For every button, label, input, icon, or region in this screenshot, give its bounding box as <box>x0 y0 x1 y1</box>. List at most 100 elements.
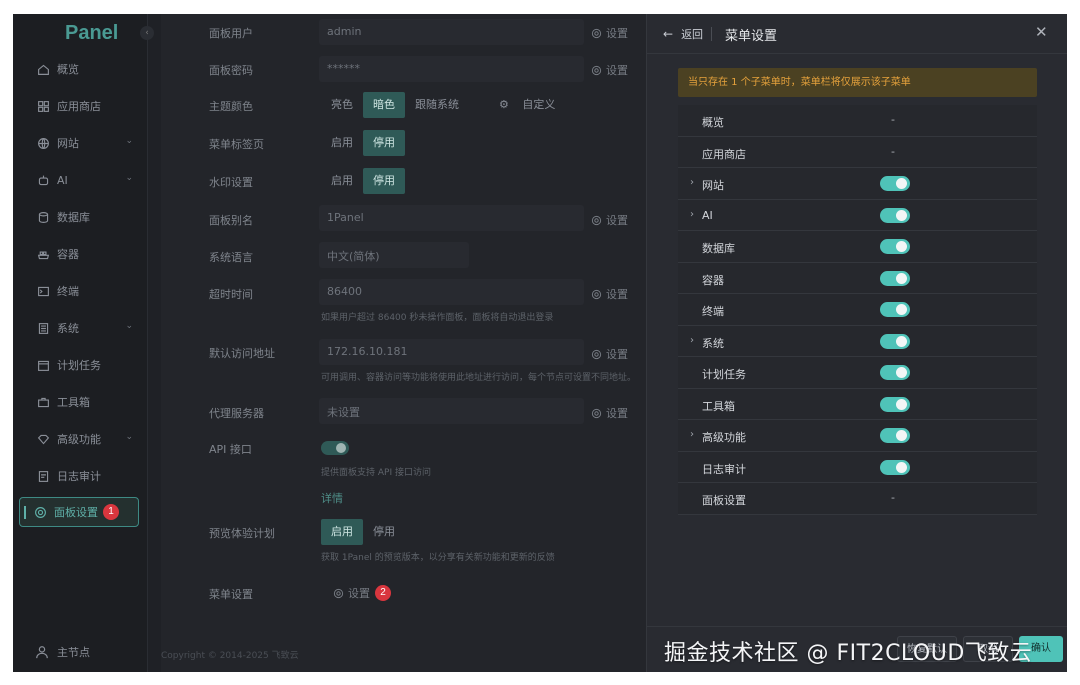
watermark-disable[interactable]: 停用 <box>363 168 405 194</box>
label-panel-password: 面板密码 <box>209 64 253 77</box>
menu-name: AI <box>702 208 713 222</box>
table-row: › AI <box>678 199 1037 231</box>
visibility-toggle[interactable] <box>880 302 910 317</box>
gear-icon <box>333 588 344 598</box>
visibility-toggle[interactable] <box>880 365 910 380</box>
api-detail-link[interactable]: 详情 <box>321 490 343 506</box>
visibility-toggle[interactable] <box>880 428 910 443</box>
diamond-icon <box>35 431 51 447</box>
theme-option-system[interactable]: 跟随系统 <box>405 92 469 118</box>
sidebar-item[interactable]: 系统 ⌄ <box>23 314 141 342</box>
theme-segment: 亮色 暗色 跟随系统 ⚙ 自定义 <box>321 92 575 118</box>
node-switcher[interactable]: 主节点 <box>23 644 90 660</box>
table-row: › 高级功能 <box>678 420 1037 452</box>
chevron-right-icon[interactable]: › <box>690 177 694 188</box>
sidebar-item[interactable]: 概览 <box>23 55 141 83</box>
api-toggle[interactable] <box>321 441 349 455</box>
sidebar-item-label: 面板设置 <box>54 506 98 519</box>
terminal-icon <box>35 283 51 299</box>
menu-settings-button[interactable]: 设置 2 <box>333 585 391 601</box>
collapse-sidebar-button[interactable]: ‹ <box>140 26 154 40</box>
sidebar-item[interactable]: 终端 <box>23 277 141 305</box>
value-panel-user[interactable]: admin <box>327 25 361 38</box>
value-proxy[interactable]: 未设置 <box>327 404 360 420</box>
sidebar-item-label: 计划任务 <box>57 359 101 372</box>
home-icon <box>35 61 51 77</box>
set-timeout-button[interactable]: 设置 <box>591 286 628 302</box>
globe-icon <box>35 135 51 151</box>
visibility-toggle[interactable] <box>880 459 910 475</box>
label-api: API 接口 <box>209 443 252 456</box>
gear-icon <box>591 65 602 75</box>
visibility-toggle[interactable] <box>880 176 910 191</box>
chevron-down-icon: ⌄ <box>125 432 133 442</box>
settings-panel: 面板用户 admin 设置 面板密码 ****** 设置 主题颜色 亮色 暗色 … <box>161 14 646 672</box>
sidebar-item-label: 网站 <box>57 137 79 150</box>
sidebar-item[interactable]: 计划任务 <box>23 351 141 379</box>
gear-icon <box>591 408 602 418</box>
menu-name: 高级功能 <box>702 431 746 444</box>
watermark-enable[interactable]: 启用 <box>321 168 363 194</box>
hint-default-address: 可用调用、容器访问等功能将使用此地址进行访问，每个节点可设置不同地址。 <box>321 373 637 383</box>
visibility-toggle[interactable] <box>880 396 910 412</box>
set-proxy-button[interactable]: 设置 <box>591 405 628 421</box>
chevron-right-icon[interactable]: › <box>690 429 694 440</box>
sidebar-item[interactable]: 容器 <box>23 240 141 268</box>
sidebar-item[interactable]: 应用商店 <box>23 92 141 120</box>
visibility-toggle[interactable] <box>880 270 910 286</box>
sidebar-item[interactable]: 数据库 <box>23 203 141 231</box>
table-row: 概览 - <box>678 105 1037 137</box>
visibility-toggle[interactable] <box>880 207 910 223</box>
set-panel-user-button[interactable]: 设置 <box>591 25 628 41</box>
chevron-right-icon[interactable]: › <box>690 335 694 346</box>
chevron-right-icon[interactable]: › <box>690 209 694 220</box>
sidebar-item[interactable]: 网站 ⌄ <box>23 129 141 157</box>
table-row: 数据库 <box>678 231 1037 263</box>
label-timeout: 超时时间 <box>209 288 253 301</box>
sidebar-item[interactable]: AI ⌄ <box>23 166 141 194</box>
set-alias-button[interactable]: 设置 <box>591 212 628 228</box>
menu-tabs-disable[interactable]: 停用 <box>363 130 405 156</box>
label-theme: 主题颜色 <box>209 100 253 113</box>
sidebar-item-label: 高级功能 <box>57 433 101 446</box>
menu-settings-drawer: ← 返回 菜单设置 ✕ 当只存在 1 个子菜单时，菜单栏将仅展示该子菜单 概览 -… <box>646 14 1067 672</box>
select-language[interactable]: 中文(简体) <box>327 248 380 264</box>
menu-name: 系统 <box>702 336 724 350</box>
app-window: Panel ‹ 概览 应用商店 网站 ⌄ AI ⌄ 数据库 容器 终端 系统 ⌄ 计划任务 工具箱 高级功… <box>13 14 1067 672</box>
value-timeout[interactable]: 86400 <box>327 285 362 298</box>
warning-alert: 当只存在 1 个子菜单时，菜单栏将仅展示该子菜单 <box>678 68 1037 97</box>
set-password-button[interactable]: 设置 <box>591 62 628 78</box>
label-default-address: 默认访问地址 <box>209 347 275 360</box>
node-label: 主节点 <box>57 646 90 659</box>
label-preview: 预览体验计划 <box>209 527 275 540</box>
back-button[interactable]: ← 返回 <box>663 26 703 42</box>
preview-enable[interactable]: 启用 <box>321 519 363 545</box>
gear-icon <box>591 349 602 359</box>
sidebar-item[interactable]: 高级功能 ⌄ <box>23 425 141 453</box>
value-default-address[interactable]: 172.16.10.181 <box>327 345 407 358</box>
sidebar-item[interactable]: 日志审计 <box>23 462 141 490</box>
close-icon[interactable]: ✕ <box>1035 23 1048 41</box>
sidebar-item-label: 终端 <box>57 285 79 298</box>
container-icon <box>35 246 51 262</box>
visibility-toggle[interactable] <box>880 333 910 349</box>
theme-option-light[interactable]: 亮色 <box>321 92 363 118</box>
theme-custom-button[interactable]: ⚙ 自定义 <box>489 92 575 118</box>
table-row: 日志审计 <box>678 451 1037 483</box>
menu-name: 终端 <box>702 305 724 318</box>
sidebar-item[interactable]: 工具箱 <box>23 388 141 416</box>
calendar-icon <box>35 357 51 373</box>
sidebar-item-label: 数据库 <box>57 211 90 224</box>
robot-icon <box>35 172 51 188</box>
table-row: 终端 <box>678 294 1037 326</box>
value-panel-password[interactable]: ****** <box>327 62 360 75</box>
value-panel-alias[interactable]: 1Panel <box>327 211 364 224</box>
sidebar: Panel ‹ 概览 应用商店 网站 ⌄ AI ⌄ 数据库 容器 终端 系统 ⌄ 计划任务 工具箱 高级功… <box>13 14 154 672</box>
sidebar-item-panel-settings[interactable]: 面板设置 1 <box>19 497 139 527</box>
visibility-toggle[interactable] <box>880 239 910 254</box>
theme-option-dark[interactable]: 暗色 <box>363 92 405 118</box>
set-address-button[interactable]: 设置 <box>591 346 628 362</box>
toolbox-icon <box>35 394 51 410</box>
preview-disable[interactable]: 停用 <box>363 519 405 545</box>
menu-tabs-enable[interactable]: 启用 <box>321 130 363 156</box>
